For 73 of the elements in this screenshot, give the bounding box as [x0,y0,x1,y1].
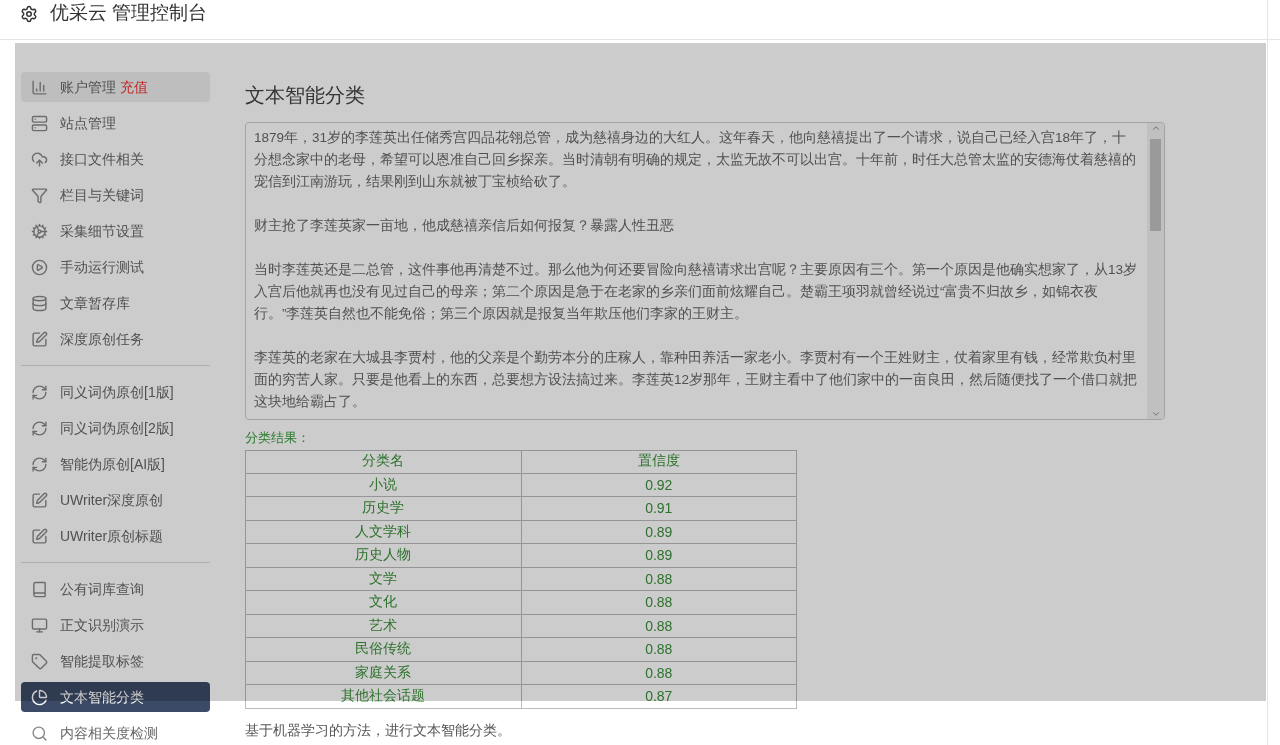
server-icon [31,114,48,132]
table-cell: 历史学 [245,496,521,520]
sidebar-item[interactable]: 正文识别演示 [21,610,210,640]
sidebar-item[interactable]: 同义词伪原创[1版] [21,377,210,407]
sidebar-item[interactable]: 站点管理 [21,108,210,138]
table-cell: 家庭关系 [245,661,521,685]
edit-icon [31,330,48,348]
tag-icon [31,652,48,670]
table-cell: 0.89 [521,543,797,567]
table-cell: 小说 [245,473,521,497]
table-cell: 0.89 [521,520,797,544]
sidebar-item[interactable]: 文本智能分类 [21,682,210,712]
table-cell: 人文学科 [245,520,521,544]
refresh-icon [31,455,48,473]
text-paragraph: 当时李莲英还是二总管，这件事他再清楚不过。那么他为何还要冒险向慈禧请求出宫呢？主要原因有三个。第一个原因是他确实想家了，从13岁入宫后他就再也没有见过自己的母亲；第二个原因是急于在老家的乡亲们面前炫耀自己。楚霸王项羽就曾经说过“富贵不归故乡，如锦衣夜行。”李莲英自然也不能免俗；第三个原因就是报复当年欺压他们李家的王财主。 [254,261,1139,323]
scroll-up-icon[interactable] [1150,123,1161,133]
database-icon [31,294,48,312]
column-header: 分类名 [245,450,521,473]
text-area[interactable] [245,122,1165,420]
pie-chart-icon [31,688,48,706]
scrollbar-thumb[interactable] [1150,139,1161,231]
table-cell: 文学 [245,567,521,591]
refresh-icon [31,419,48,437]
text-paragraph: 1879年，31岁的李莲英出任储秀宫四品花翎总管，成为慈禧身边的大红人。这年春天，他向慈禧提出了一个请求，说自己已经入宫18年了，十分想念家中的老母，希望可以恩准自己回乡探亲。当时清朝有明确的规定，太监无故不可以出宫。十年前，时任大总管太监的安德海仗着慈禧的宠信到江南游玩，结果刚到山东就被丁宝桢给砍了。 [254,129,1137,191]
sidebar-item[interactable]: 手动运行测试 [21,252,210,282]
monitor-icon [31,616,48,634]
table-cell: 0.88 [521,614,797,638]
sidebar-item[interactable]: 采集细节设置 [21,216,210,246]
table-cell: 0.88 [521,661,797,685]
gear-icon [31,222,48,240]
table-cell: 0.88 [521,590,797,614]
sidebar-item[interactable]: 内容相关度检测 [21,718,210,745]
settings-icon [20,4,38,23]
table-cell: 历史人物 [245,543,521,567]
table-cell: 其他社会话题 [245,684,521,708]
sidebar-item[interactable]: 智能伪原创[AI版] [21,449,210,479]
table-cell: 0.88 [521,567,797,591]
text-paragraph: 李莲英的老家在大城县李贾村，他的父亲是个勤劳本分的庄稼人，靠种田养活一家老小。李贾村有一个王姓财主，仗着家里有钱，经常欺负村里面的穷苦人家。只要是他看上的东西，总要想方设法搞过来。李莲英12岁那年，王财主看中了他们家中的一亩良田，然后随便找了一个借口就把这块地给霸占了。 [254,349,1139,411]
text-paragraph: 财主抢了李莲英家一亩地，他成慈禧亲信后如何报复？暴露人性丑恶 [254,217,675,235]
play-icon [31,258,48,276]
sidebar-item[interactable]: 栏目与关键词 [21,180,210,210]
result-label: 分类结果： [245,429,311,447]
edit-icon [31,527,48,545]
sidebar-item[interactable]: 账户管理 充值 [21,72,210,102]
column-header: 置信度 [521,450,797,473]
table-cell: 0.88 [521,637,797,661]
sidebar-item[interactable]: UWriter深度原创 [21,485,210,515]
sidebar-item[interactable]: UWriter原创标题 [21,521,210,551]
sidebar-item[interactable]: 文章暂存库 [21,288,210,318]
book-icon [31,580,48,598]
console-title: 优采云 管理控制台 [50,1,208,26]
table-cell: 文化 [245,590,521,614]
sidebar-item[interactable]: 同义词伪原创[2版] [21,413,210,443]
sidebar-item[interactable]: 深度原创任务 [21,324,210,354]
scrollbar[interactable] [1147,123,1164,419]
table-cell: 0.92 [521,473,797,497]
sidebar-item[interactable]: 接口文件相关 [21,144,210,174]
filter-icon [31,186,48,204]
recharge-link[interactable]: 充值 [120,76,148,98]
edit-icon [31,491,48,509]
description-text: 基于机器学习的方法，进行文本智能分类。 [245,721,512,740]
table-cell: 0.91 [521,496,797,520]
table-cell: 0.87 [521,684,797,708]
scroll-down-icon[interactable] [1150,409,1161,419]
sidebar-item[interactable]: 智能提取标签 [21,646,210,676]
cloud-upload-icon [31,150,48,168]
bar-chart-icon [31,78,48,96]
sidebar-item[interactable]: 公有词库查询 [21,574,210,604]
search-icon [31,724,48,742]
refresh-icon [31,383,48,401]
page-title: 文本智能分类 [245,83,366,108]
table-cell: 艺术 [245,614,521,638]
table-cell: 民俗传统 [245,637,521,661]
